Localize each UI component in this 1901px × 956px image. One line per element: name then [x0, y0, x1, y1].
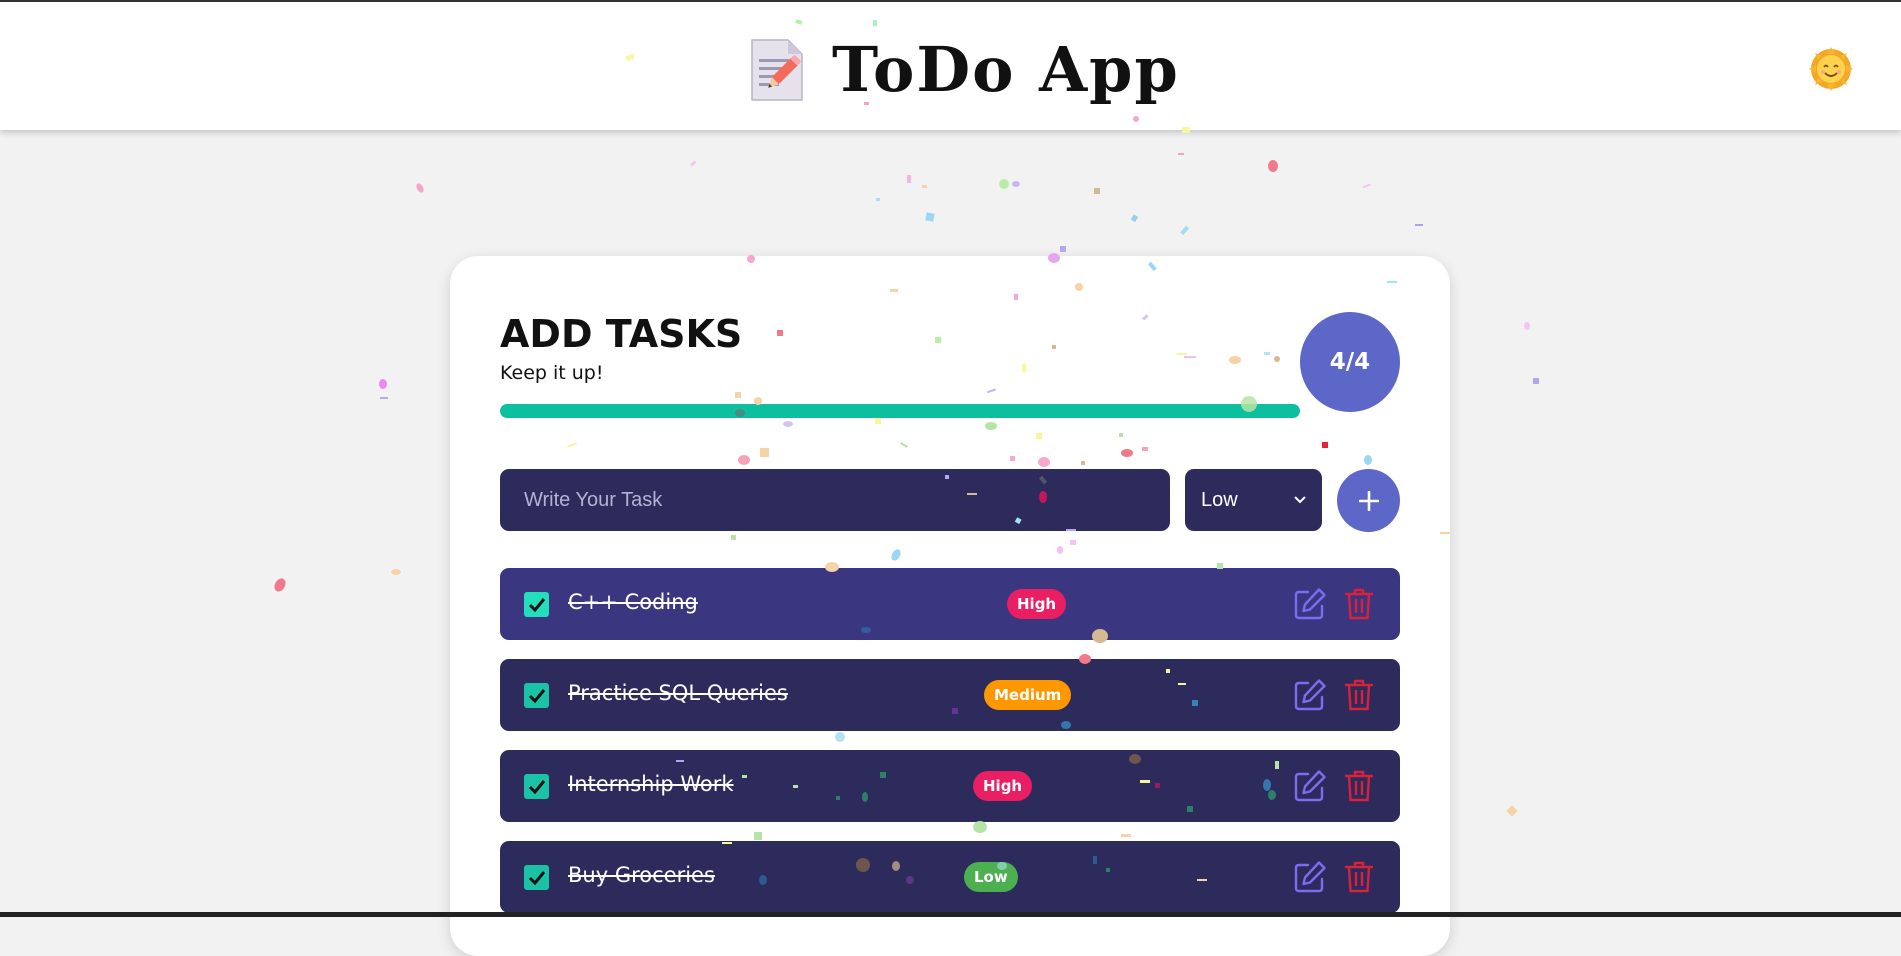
- task-row: Practice SQL Queries Medium: [500, 659, 1400, 731]
- card-title: ADD TASKS: [500, 312, 743, 356]
- task-checkbox[interactable]: [524, 774, 549, 799]
- trash-icon: [1344, 679, 1374, 711]
- task-row: Buy Groceries Low: [500, 841, 1400, 913]
- add-task-button[interactable]: [1337, 469, 1400, 532]
- delete-task-button[interactable]: [1343, 769, 1375, 803]
- card-subtitle: Keep it up!: [500, 362, 604, 384]
- task-name: Buy Groceries: [568, 863, 715, 887]
- delete-task-button[interactable]: [1343, 587, 1375, 621]
- app-title: ToDo App: [832, 33, 1180, 106]
- taskbar-edge: [0, 912, 1901, 917]
- task-row: Internship Work High: [500, 750, 1400, 822]
- priority-badge: High: [1007, 589, 1067, 619]
- checkmark-icon: [528, 779, 545, 794]
- edit-pencil-square-icon: [1294, 770, 1326, 802]
- task-checkbox[interactable]: [524, 592, 549, 617]
- chevron-down-icon: [1294, 496, 1306, 504]
- priority-badge: Medium: [984, 680, 1072, 710]
- task-name: Internship Work: [568, 772, 734, 796]
- app-header: ToDo App: [0, 2, 1901, 130]
- task-name: Practice SQL Queries: [568, 681, 788, 705]
- edit-task-button[interactable]: [1293, 860, 1327, 894]
- plus-icon: [1358, 490, 1379, 511]
- task-name: C++ Coding: [568, 590, 698, 614]
- progress-fill: [500, 404, 1300, 418]
- theme-toggle-button[interactable]: [1808, 46, 1854, 92]
- priority-select[interactable]: Low: [1185, 469, 1322, 531]
- delete-task-button[interactable]: [1343, 860, 1375, 894]
- priority-select-value: Low: [1201, 488, 1238, 511]
- checkmark-icon: [528, 688, 545, 703]
- edit-pencil-square-icon: [1294, 679, 1326, 711]
- task-card: ADD TASKS Keep it up! 4/4 Low C++ Coding…: [450, 256, 1450, 956]
- edit-pencil-square-icon: [1294, 861, 1326, 893]
- progress-counter: 4/4: [1300, 312, 1400, 412]
- trash-icon: [1344, 770, 1374, 802]
- task-checkbox[interactable]: [524, 683, 549, 708]
- checkmark-icon: [528, 597, 545, 612]
- priority-badge: Low: [964, 862, 1018, 892]
- brand: ToDo App: [748, 30, 1180, 110]
- edit-pencil-square-icon: [1294, 588, 1326, 620]
- smiling-sun-icon: [1809, 47, 1853, 91]
- edit-task-button[interactable]: [1293, 587, 1327, 621]
- delete-task-button[interactable]: [1343, 678, 1375, 712]
- task-row: C++ Coding High: [500, 568, 1400, 640]
- task-input[interactable]: [500, 469, 1170, 531]
- priority-badge: High: [973, 771, 1033, 801]
- task-checkbox[interactable]: [524, 865, 549, 890]
- memo-pencil-icon: [751, 39, 803, 101]
- edit-task-button[interactable]: [1293, 769, 1327, 803]
- trash-icon: [1344, 588, 1374, 620]
- checkmark-icon: [528, 870, 545, 885]
- progress-bar: [500, 404, 1300, 418]
- edit-task-button[interactable]: [1293, 678, 1327, 712]
- trash-icon: [1344, 861, 1374, 893]
